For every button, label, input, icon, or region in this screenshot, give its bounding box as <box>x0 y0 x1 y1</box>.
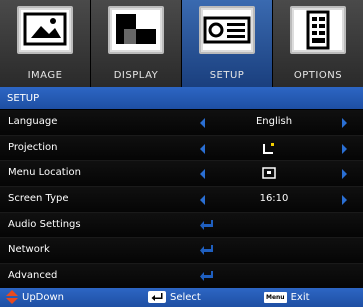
tab-display[interactable]: DISPLAY <box>91 0 182 87</box>
arrow-left-icon[interactable] <box>200 143 205 154</box>
screen-type-value: 16:10 <box>259 193 289 205</box>
tab-display-label: DISPLAY <box>113 70 159 81</box>
menu-item-advanced[interactable]: Advanced <box>0 264 363 290</box>
image-icon <box>17 6 73 54</box>
front-projection-icon <box>263 142 274 154</box>
menu-item-label: Advanced <box>8 270 58 282</box>
select-hint: Select <box>148 288 201 307</box>
select-label: Select <box>170 292 201 303</box>
updown-icon <box>6 290 18 304</box>
updown-hint: UpDown <box>6 288 64 307</box>
menu-item-label: Screen Type <box>8 193 69 205</box>
arrow-right-icon[interactable] <box>342 118 347 128</box>
tab-setup[interactable]: SETUP <box>182 0 273 87</box>
options-icon <box>290 6 346 54</box>
arrow-left-icon[interactable] <box>200 118 205 128</box>
arrow-right-icon[interactable] <box>342 195 347 206</box>
menu-item-screen-type[interactable]: Screen Type 16:10 <box>0 187 363 213</box>
tab-image[interactable]: IMAGE <box>0 0 91 87</box>
tab-setup-label: SETUP <box>209 70 245 81</box>
menu-item-label: Audio Settings <box>8 218 81 230</box>
osd-menu: IMAGE DISPLAY SETUP OPTIONS SETUP Langua… <box>0 0 363 307</box>
tab-image-label: IMAGE <box>27 70 63 81</box>
tab-options[interactable]: OPTIONS <box>273 0 363 87</box>
menu-item-label: Network <box>8 244 50 256</box>
menu-item-network[interactable]: Network <box>0 238 363 265</box>
menu-header: SETUP <box>0 87 363 110</box>
menu-item-audio-settings[interactable]: Audio Settings <box>0 212 363 239</box>
menu-item-label: Projection <box>8 141 58 153</box>
exit-label: Exit <box>290 292 310 303</box>
arrow-left-icon[interactable] <box>200 169 205 180</box>
exit-hint: Menu Exit <box>264 288 310 307</box>
display-icon <box>108 6 164 54</box>
tab-bar: IMAGE DISPLAY SETUP OPTIONS <box>0 0 363 87</box>
updown-label: UpDown <box>22 292 65 303</box>
enter-icon <box>200 245 213 256</box>
enter-icon <box>200 271 213 282</box>
menu-item-label: Language <box>8 116 58 127</box>
menu-item-projection[interactable]: Projection <box>0 135 363 162</box>
arrow-left-icon[interactable] <box>200 195 205 206</box>
arrow-right-icon[interactable] <box>342 169 347 180</box>
menu-item-language[interactable]: Language English <box>0 110 363 136</box>
key-hint-bar: UpDown Select Menu Exit <box>0 288 363 307</box>
enter-key-icon <box>148 291 166 303</box>
arrow-right-icon[interactable] <box>342 143 347 154</box>
menu-item-label: Menu Location <box>8 167 81 179</box>
menu-key-icon: Menu <box>264 291 287 303</box>
menu-item-menu-location[interactable]: Menu Location <box>0 161 363 188</box>
setup-menu-list: Language English Projection Menu Locatio… <box>0 110 363 290</box>
projector-icon <box>199 6 255 54</box>
language-value: English <box>255 116 293 127</box>
tab-options-label: OPTIONS <box>293 70 343 81</box>
menu-location-icon <box>262 167 276 180</box>
enter-icon <box>200 219 213 230</box>
